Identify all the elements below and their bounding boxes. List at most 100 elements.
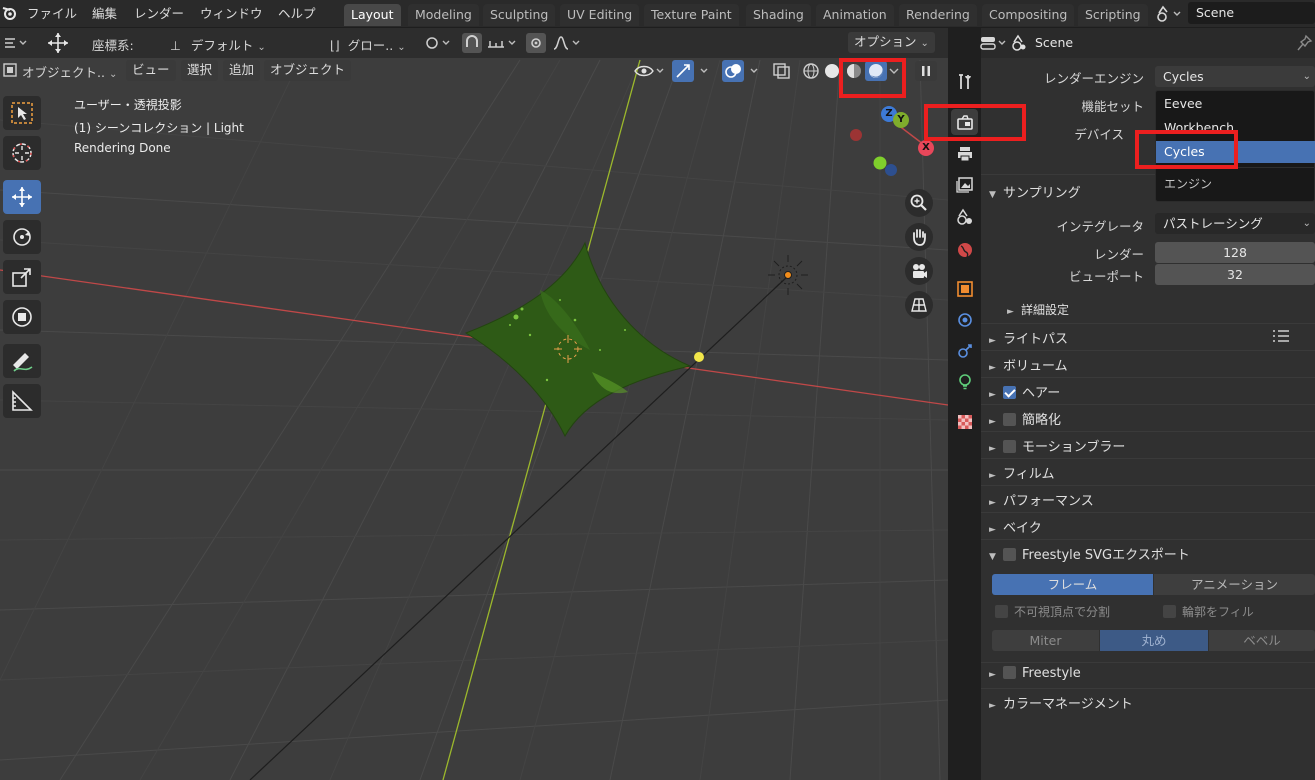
overlays-toggle-icon[interactable]: [722, 60, 766, 82]
transform-tool[interactable]: [3, 300, 41, 334]
menu-file[interactable]: ファイル: [27, 3, 77, 22]
bevel-join-button[interactable]: ベベル: [1209, 630, 1315, 651]
hair-checkbox[interactable]: [1003, 386, 1016, 399]
tab-texture-properties[interactable]: [951, 408, 978, 434]
pin-icon[interactable]: [1297, 34, 1313, 52]
perspective-toggle-button[interactable]: [905, 291, 933, 319]
pause-render-icon[interactable]: [915, 61, 937, 81]
view-menu[interactable]: ビュー: [126, 60, 176, 81]
orientation-dropdown[interactable]: ⊥ デフォルト ⌄: [170, 35, 266, 54]
gizmo-y-label[interactable]: Y: [893, 112, 909, 128]
gizmo-toggle-icon[interactable]: [672, 60, 716, 82]
tab-layout[interactable]: Layout: [344, 4, 401, 26]
section-simplify[interactable]: ► 簡略化: [989, 409, 1061, 428]
measure-tool[interactable]: [3, 384, 41, 418]
rotate-tool[interactable]: [3, 220, 41, 254]
tab-shading[interactable]: Shading: [746, 4, 811, 26]
tab-modeling[interactable]: Modeling: [408, 4, 479, 26]
annotate-tool[interactable]: [3, 344, 41, 378]
miter-join-button[interactable]: Miter: [992, 630, 1099, 651]
cursor-tool[interactable]: [3, 136, 41, 170]
section-light-paths[interactable]: ► ライトパス: [989, 328, 1068, 347]
3d-viewport[interactable]: Z Y X オブジェクト.. ⌄ ビュー 選択 追加 オブジェクト ユーザー・透…: [0, 58, 948, 780]
viewport-samples-field[interactable]: 32: [1155, 264, 1315, 285]
tab-rendering[interactable]: Rendering: [899, 4, 977, 26]
snap-target-icon[interactable]: [424, 35, 454, 51]
gizmo-x-label[interactable]: X: [918, 140, 934, 156]
section-motion-blur[interactable]: ► モーションブラー: [989, 436, 1125, 455]
tab-animation[interactable]: Animation: [816, 4, 894, 26]
section-color-management[interactable]: ► カラーマネージメント: [989, 693, 1133, 712]
pivot-dropdown[interactable]: ⌊⌋ グロー.. ⌄: [330, 35, 406, 54]
editor-type-properties-icon[interactable]: [980, 35, 1010, 51]
simplify-checkbox[interactable]: [1003, 413, 1016, 426]
tab-physics-properties[interactable]: [951, 306, 978, 332]
select-box-tool[interactable]: [3, 96, 41, 130]
tab-tool-properties[interactable]: [951, 68, 978, 94]
pan-view-button[interactable]: [905, 223, 933, 251]
proportional-editing-icon[interactable]: [526, 33, 546, 53]
xray-toggle-icon[interactable]: [772, 62, 792, 80]
tab-constraint-properties[interactable]: [951, 337, 978, 363]
select-menu[interactable]: 選択: [181, 60, 219, 81]
object-menu[interactable]: オブジェクト: [264, 60, 352, 81]
transform-move-icon[interactable]: [44, 32, 72, 54]
tab-sculpting[interactable]: Sculpting: [483, 4, 556, 26]
presets-list-icon[interactable]: [1272, 329, 1290, 343]
tab-output-properties[interactable]: [951, 140, 978, 166]
freestyle-checkbox[interactable]: [1003, 666, 1016, 679]
section-freestyle-svg[interactable]: ▼ Freestyle SVGエクスポート: [989, 544, 1190, 563]
section-advanced[interactable]: ► 詳細設定: [1007, 301, 1069, 318]
section-performance[interactable]: ► パフォーマンス: [989, 490, 1094, 509]
tab-object-data-properties[interactable]: [951, 368, 978, 394]
scale-tool[interactable]: [3, 260, 41, 294]
tab-scene-properties[interactable]: [951, 203, 978, 229]
round-join-button[interactable]: 丸め: [1100, 630, 1208, 651]
tab-texture-paint[interactable]: Texture Paint: [644, 4, 739, 26]
add-menu[interactable]: 追加: [223, 60, 261, 81]
tab-view-layer-properties[interactable]: [951, 171, 978, 197]
section-volumes[interactable]: ► ボリューム: [989, 355, 1068, 374]
integrator-dropdown[interactable]: パストレーシング ⌄: [1155, 213, 1315, 234]
mode-dropdown[interactable]: オブジェクト.. ⌄: [22, 62, 117, 81]
zoom-view-button[interactable]: [905, 189, 933, 217]
section-film[interactable]: ► フィルム: [989, 463, 1054, 482]
fill-contour-checkbox[interactable]: [1163, 605, 1176, 618]
falloff-curve-icon[interactable]: [552, 35, 584, 51]
scene-name-field[interactable]: Scene: [1188, 2, 1315, 24]
render-engine-dropdown[interactable]: Cycles ⌄: [1155, 66, 1315, 87]
view-object-types-icon[interactable]: [633, 61, 667, 81]
animation-mode-button[interactable]: アニメーション: [1154, 574, 1315, 595]
menu-window[interactable]: ウィンドウ: [200, 3, 263, 22]
split-invisible-option[interactable]: 不可視頂点で分割: [995, 603, 1110, 620]
motion-blur-checkbox[interactable]: [1003, 440, 1016, 453]
menu-option-eevee[interactable]: Eevee: [1156, 93, 1315, 115]
shading-wireframe-icon[interactable]: [802, 62, 820, 80]
tab-world-properties[interactable]: [951, 236, 978, 262]
camera-view-button[interactable]: [905, 257, 933, 285]
section-sampling[interactable]: ▼ サンプリング: [989, 182, 1081, 201]
freestyle-svg-checkbox[interactable]: [1003, 548, 1016, 561]
menu-help[interactable]: ヘルプ: [278, 3, 316, 22]
menu-edit[interactable]: 編集: [92, 3, 117, 22]
tab-scripting[interactable]: Scripting: [1078, 4, 1148, 26]
options-dropdown[interactable]: オプション ⌄: [848, 32, 935, 53]
blender-logo-icon[interactable]: [2, 5, 16, 21]
menu-render[interactable]: レンダー: [134, 3, 184, 22]
frame-mode-button[interactable]: フレーム: [992, 574, 1153, 595]
section-bake[interactable]: ► ベイク: [989, 517, 1042, 536]
annotation-highlight-cycles: [1135, 130, 1238, 169]
scene-selector[interactable]: [1155, 4, 1185, 24]
split-invisible-checkbox[interactable]: [995, 605, 1008, 618]
section-hair[interactable]: ► ヘアー: [989, 382, 1060, 401]
snap-increment-icon[interactable]: [486, 35, 520, 51]
editor-type-icon[interactable]: [3, 35, 31, 51]
section-freestyle[interactable]: ► Freestyle: [989, 666, 1081, 681]
render-samples-field[interactable]: 128: [1155, 242, 1315, 263]
fill-contour-option[interactable]: 輪郭をフィル: [1163, 603, 1254, 620]
snap-magnet-icon[interactable]: [462, 33, 482, 53]
move-tool[interactable]: [3, 180, 41, 214]
tab-compositing[interactable]: Compositing: [982, 4, 1075, 26]
tab-uv-editing[interactable]: UV Editing: [560, 4, 640, 26]
tab-object-properties[interactable]: [951, 275, 978, 301]
